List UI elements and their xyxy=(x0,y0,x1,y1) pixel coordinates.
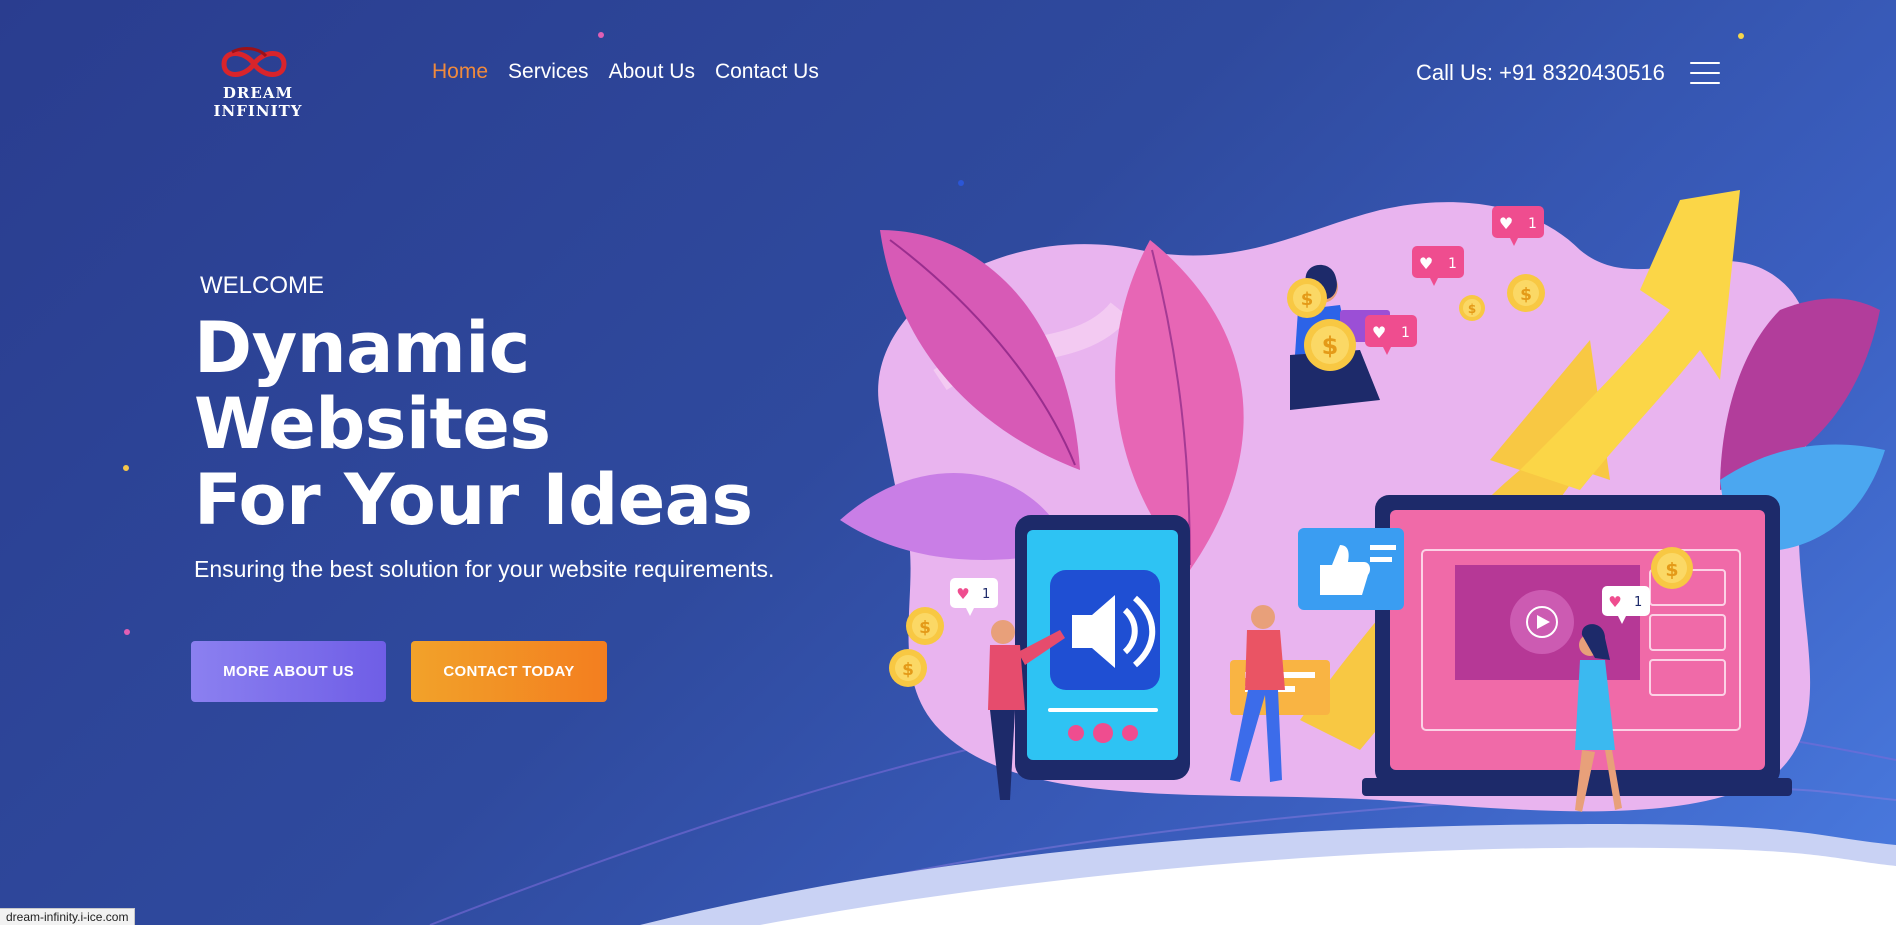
svg-text:♥: ♥ xyxy=(1608,593,1621,611)
infinity-logo-icon xyxy=(221,47,287,77)
nav-home[interactable]: Home xyxy=(432,60,488,84)
svg-text:$: $ xyxy=(1468,302,1476,316)
contact-today-button[interactable]: CONTACT TODAY xyxy=(411,641,607,702)
background-dot xyxy=(123,465,129,471)
headline-line: Dynamic xyxy=(194,307,530,389)
headline-line: Websites xyxy=(194,383,551,465)
background-dot xyxy=(124,629,130,635)
svg-text:$: $ xyxy=(919,618,931,638)
hero-welcome: WELCOME xyxy=(200,272,325,299)
svg-text:$: $ xyxy=(1301,289,1314,310)
main-nav: Home Services About Us Contact Us xyxy=(432,60,819,84)
svg-text:$: $ xyxy=(1665,559,1678,581)
hero-illustration: $ $ $ $ $ $ $ ♥ 1 ♥ 1 ♥ 1 ♥ 1 ♥ 1 xyxy=(840,190,1885,812)
headline-line: For Your Ideas xyxy=(194,459,753,541)
like-count: 1 xyxy=(1634,595,1642,610)
call-us-text[interactable]: Call Us: +91 8320430516 xyxy=(1416,60,1665,86)
svg-text:♥: ♥ xyxy=(1419,254,1433,273)
svg-text:♥: ♥ xyxy=(1499,214,1513,233)
nav-contact-us[interactable]: Contact Us xyxy=(715,60,819,84)
like-count: 1 xyxy=(1448,256,1457,272)
coin-icon: $ xyxy=(1287,278,1327,318)
background-dot xyxy=(958,180,964,186)
nav-about-us[interactable]: About Us xyxy=(609,60,695,84)
hero-headline: Dynamic Websites For Your Ideas xyxy=(194,310,834,538)
coin-icon: $ xyxy=(889,649,927,687)
coin-icon: $ xyxy=(1459,295,1485,321)
svg-text:♥: ♥ xyxy=(956,585,969,603)
like-count: 1 xyxy=(1401,325,1410,341)
svg-text:$: $ xyxy=(1520,285,1532,305)
svg-text:$: $ xyxy=(902,660,914,680)
coin-icon: $ xyxy=(906,607,944,645)
like-count: 1 xyxy=(1528,216,1537,232)
coin-icon: $ xyxy=(1304,319,1356,371)
coin-icon: $ xyxy=(1651,547,1693,589)
nav-services[interactable]: Services xyxy=(508,60,589,84)
svg-text:$: $ xyxy=(1322,332,1339,360)
hero-subtext: Ensuring the best solution for your webs… xyxy=(194,556,775,582)
browser-status-bar: dream-infinity.i-ice.com xyxy=(0,908,136,925)
site-header: DREAM INFINITY Home Services About Us Co… xyxy=(0,0,1896,150)
brand-logo[interactable]: DREAM INFINITY xyxy=(178,44,338,120)
coin-icon: $ xyxy=(1507,274,1545,312)
like-count: 1 xyxy=(982,587,990,602)
hamburger-icon[interactable] xyxy=(1690,62,1720,86)
more-about-us-button[interactable]: MORE ABOUT US xyxy=(191,641,386,702)
svg-text:♥: ♥ xyxy=(1372,323,1386,342)
brand-name: DREAM INFINITY xyxy=(213,84,303,120)
